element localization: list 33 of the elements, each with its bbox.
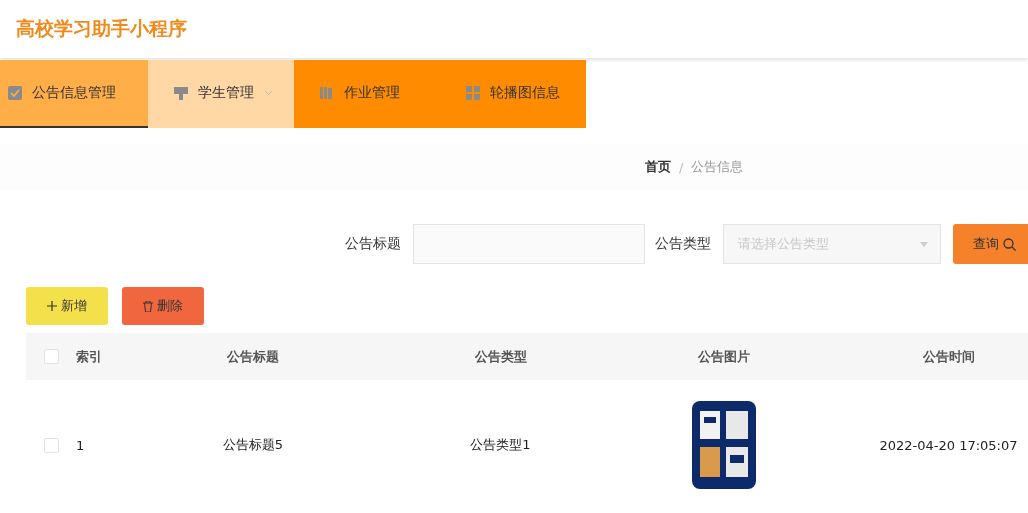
checkbox-icon: [8, 86, 22, 100]
add-button[interactable]: 新增: [26, 287, 108, 325]
nav-tab[interactable]: 作业管理: [294, 60, 440, 128]
select-all-checkbox[interactable]: [44, 349, 59, 364]
nav-tab[interactable]: 学生管理: [148, 60, 294, 128]
column-header: 公告标题: [226, 347, 280, 366]
row-checkbox[interactable]: [44, 437, 59, 453]
breadcrumb-item[interactable]: 首页: [645, 158, 671, 176]
books-icon: [320, 86, 334, 100]
table-cell-text: 公告类型1: [469, 436, 532, 454]
column-header: 公告类型: [473, 347, 528, 366]
column-header: 索引: [76, 347, 103, 366]
table-cell-text: 2022-04-20 17:05:07: [878, 437, 1019, 453]
app-title: 高校学习助手小程序: [16, 16, 187, 41]
query-button[interactable]: 查询: [953, 224, 1028, 264]
trash-icon: [143, 300, 153, 312]
nav-tab[interactable]: 轮播图信息: [440, 60, 586, 128]
search-icon: [1003, 237, 1016, 251]
caret-icon: [920, 241, 928, 247]
nav-tab[interactable]: 公告信息管理: [0, 60, 148, 128]
table-cell-text: 公告标题5: [221, 436, 285, 454]
field-label: 公告类型: [655, 235, 711, 253]
title-input[interactable]: [413, 224, 645, 264]
plus-icon: [47, 301, 57, 311]
grid-icon: [466, 86, 480, 100]
column-header: 公告图片: [697, 347, 751, 366]
breadcrumb-item: 公告信息: [691, 158, 744, 176]
delete-button[interactable]: 删除: [122, 287, 204, 325]
sign-icon: [174, 86, 188, 100]
field-label: 公告标题: [345, 235, 401, 253]
breadcrumb-separator: /: [679, 159, 684, 175]
table-cell-text: 1: [76, 437, 86, 453]
column-header: 公告时间: [921, 347, 976, 366]
